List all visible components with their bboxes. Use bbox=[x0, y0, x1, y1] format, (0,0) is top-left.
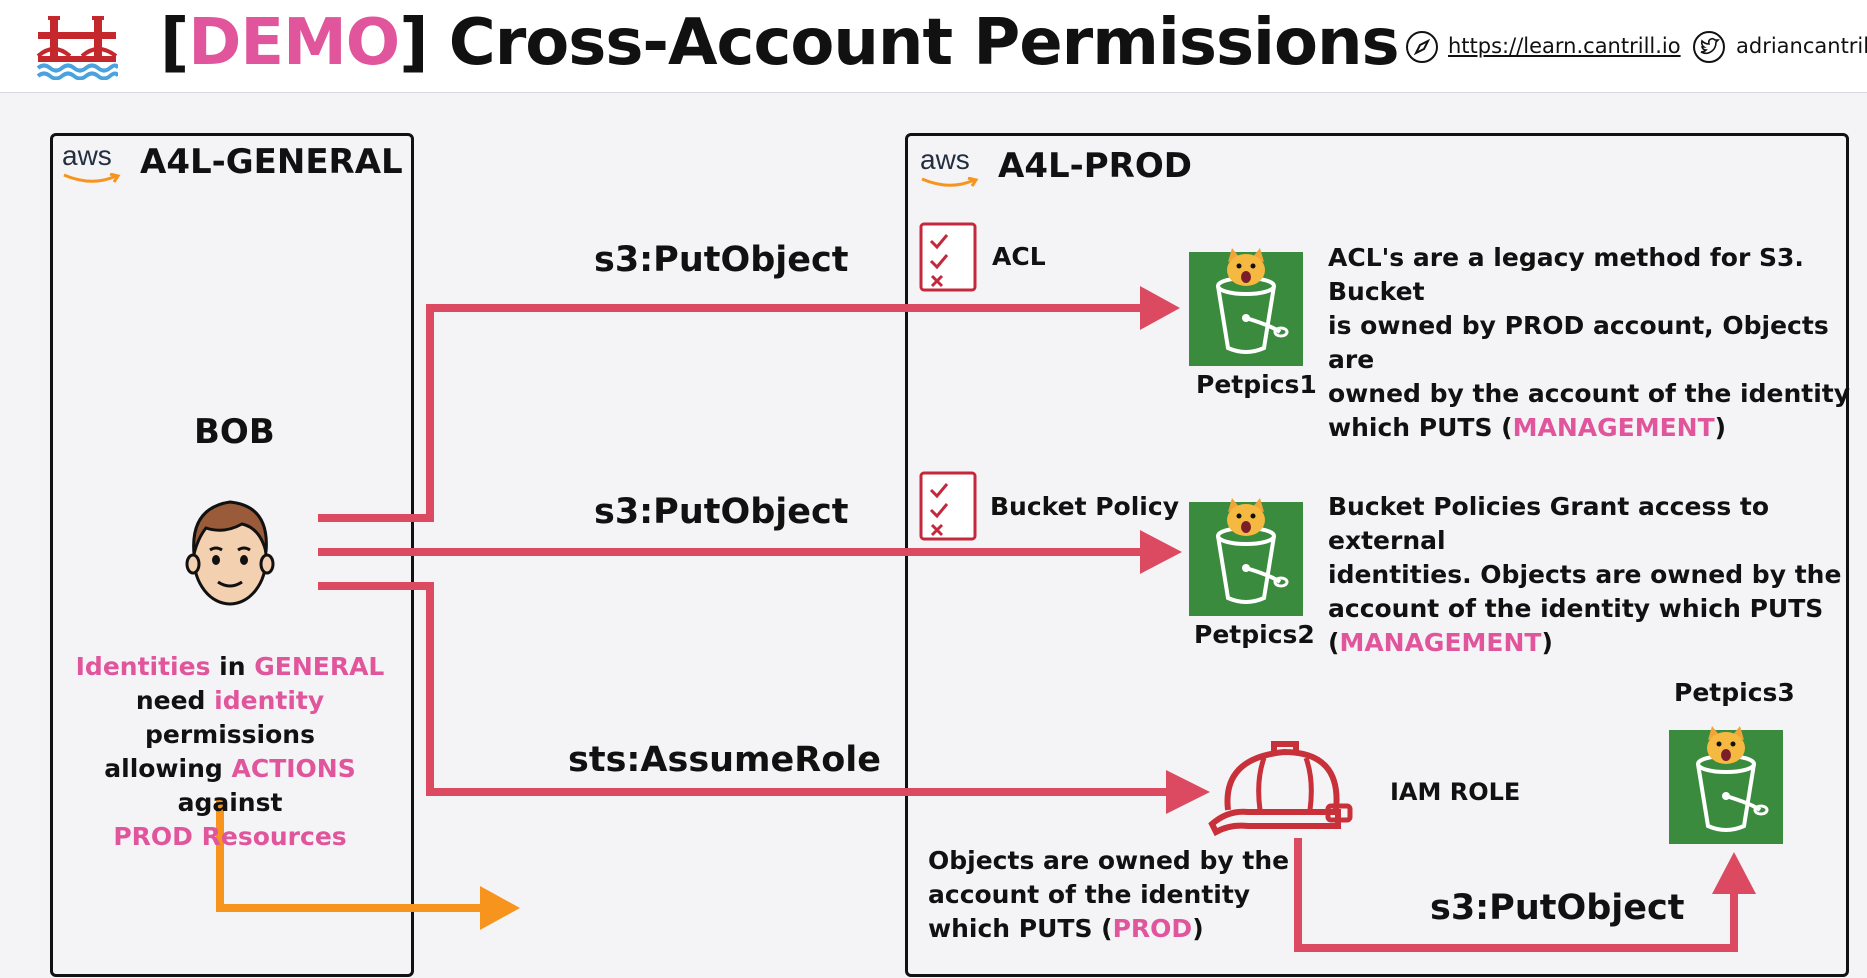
text-line: identities. Objects are owned by the bbox=[1328, 558, 1867, 592]
text-segment: need bbox=[135, 686, 215, 715]
text-segment: against bbox=[177, 788, 283, 817]
text-line: is owned by PROD account, Objects are bbox=[1328, 309, 1867, 377]
text-line: allowing ACTIONS against bbox=[52, 752, 408, 820]
text-segment: is owned by PROD account, Objects are bbox=[1328, 311, 1829, 374]
user-name: BOB bbox=[194, 412, 275, 452]
arrow-label-role-put: s3:PutObject bbox=[1430, 888, 1685, 928]
text-segment: in bbox=[210, 652, 255, 681]
text-segment: ( bbox=[1328, 628, 1340, 657]
bucket-petpics1[interactable]: Petpics1 bbox=[1188, 248, 1317, 399]
text-segment: allowing bbox=[104, 754, 232, 783]
policy-bucket-label: Bucket Policy bbox=[990, 492, 1179, 521]
hard-hat-icon bbox=[1208, 741, 1353, 837]
highlight-text: identity bbox=[214, 686, 325, 715]
user-note: Identities in GENERAL need identity permi… bbox=[52, 650, 408, 854]
text-segment: ) bbox=[1192, 914, 1204, 943]
policy-acl-label: ACL bbox=[992, 242, 1046, 271]
highlight-text: MANAGEMENT bbox=[1512, 413, 1715, 442]
highlight-text: PROD bbox=[1112, 914, 1193, 943]
text-line: owned by the account of the identity bbox=[1328, 377, 1867, 411]
bucket-name: Petpics2 bbox=[1194, 620, 1315, 649]
arrow-label-assume-role: sts:AssumeRole bbox=[568, 740, 882, 780]
text-line: which PUTS (PROD) bbox=[928, 912, 1289, 946]
text-segment: ACL's are a legacy method for S3. Bucket bbox=[1328, 243, 1804, 306]
text-line: ACL's are a legacy method for S3. Bucket bbox=[1328, 241, 1867, 309]
arrowhead-role-put bbox=[1712, 852, 1756, 894]
text-segment: Bucket Policies Grant access to external bbox=[1328, 492, 1770, 555]
highlight-text: GENERAL bbox=[254, 652, 385, 681]
s3-bucket-icon bbox=[1189, 498, 1303, 616]
text-segment: which PUTS ( bbox=[928, 914, 1113, 943]
text-segment: which PUTS ( bbox=[1328, 413, 1513, 442]
user-avatar-icon bbox=[185, 500, 275, 606]
text-segment: Objects are owned by the bbox=[928, 846, 1290, 875]
text-segment: account of the identity bbox=[928, 880, 1251, 909]
text-line: account of the identity which PUTS bbox=[1328, 592, 1867, 626]
s3-bucket-icon bbox=[1669, 726, 1783, 844]
bucket-name: Petpics1 bbox=[1196, 370, 1317, 399]
iam-role-label: IAM ROLE bbox=[1390, 778, 1521, 806]
text-line: Objects are owned by the bbox=[928, 844, 1289, 878]
highlight-text: Identities bbox=[75, 652, 211, 681]
bucket-policy-note: Bucket Policies Grant access to external… bbox=[1328, 490, 1867, 660]
text-line: which PUTS (MANAGEMENT) bbox=[1328, 411, 1867, 445]
text-line: need identity permissions bbox=[52, 684, 408, 752]
arrow-acl-path bbox=[318, 304, 1145, 522]
text-line: Identities in GENERAL bbox=[52, 650, 408, 684]
checklist-icon-acl bbox=[919, 222, 977, 292]
acl-note: ACL's are a legacy method for S3. Bucket… bbox=[1328, 241, 1867, 445]
arrow-label-acl-put: s3:PutObject bbox=[594, 240, 849, 280]
text-segment: identities. Objects are owned by the bbox=[1328, 560, 1842, 589]
text-segment: permissions bbox=[145, 720, 315, 749]
arrow-label-policy-put: s3:PutObject bbox=[594, 492, 849, 532]
highlight-text: PROD Resources bbox=[113, 822, 347, 851]
highlight-text: MANAGEMENT bbox=[1339, 628, 1542, 657]
text-line: PROD Resources bbox=[52, 820, 408, 854]
text-line: (MANAGEMENT) bbox=[1328, 626, 1867, 660]
arrowhead-role bbox=[1166, 770, 1210, 814]
orange-arrowhead bbox=[480, 886, 520, 930]
text-line: Bucket Policies Grant access to external bbox=[1328, 490, 1867, 558]
checklist-icon-bucket-policy bbox=[919, 471, 977, 541]
role-note: Objects are owned by the account of the i… bbox=[928, 844, 1289, 946]
bucket-petpics2[interactable]: Petpics2 bbox=[1188, 498, 1315, 649]
text-line: account of the identity bbox=[928, 878, 1289, 912]
text-segment: ) bbox=[1714, 413, 1727, 442]
arrowhead-policy bbox=[1140, 530, 1182, 574]
bucket-name: Petpics3 bbox=[1674, 678, 1795, 707]
text-segment: account of the identity which PUTS bbox=[1328, 594, 1824, 623]
s3-bucket-icon bbox=[1189, 248, 1303, 366]
text-segment: owned by the account of the identity bbox=[1328, 379, 1851, 408]
text-segment: ) bbox=[1541, 628, 1553, 657]
arrowhead-acl bbox=[1140, 286, 1180, 330]
highlight-text: ACTIONS bbox=[231, 754, 356, 783]
